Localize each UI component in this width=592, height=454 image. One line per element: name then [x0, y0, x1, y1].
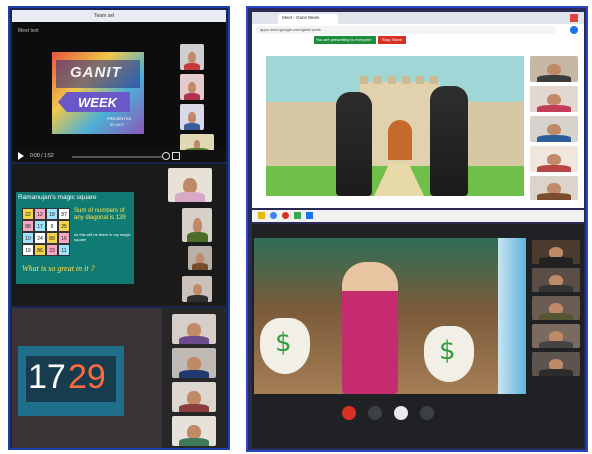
- participant-tile[interactable]: [180, 74, 204, 100]
- magic-slide: Ramanujan's magic square 22 12 18 87 88 17 9 25…: [16, 192, 134, 284]
- digits-29: 29: [68, 358, 106, 396]
- mic-button[interactable]: [394, 406, 408, 420]
- participant-tile[interactable]: [172, 314, 216, 344]
- magic-caption-2: ok this will be there in my magic square: [74, 232, 131, 242]
- magic-grid: 22 12 18 87 88 17 9 25 10 24 89 16 19 86 23 11: [22, 208, 70, 256]
- more-options-button[interactable]: [420, 406, 434, 420]
- digits-17: 17: [28, 358, 66, 396]
- magic-caption-1: Sum of numbers of any diagonal is 139: [74, 208, 126, 221]
- magic-square-cell: 10: [22, 232, 34, 244]
- taskbar-icon[interactable]: [270, 212, 277, 219]
- number-1729-panel: 17 29: [12, 308, 226, 448]
- castle-door: [388, 120, 412, 160]
- participant-tile[interactable]: [188, 246, 212, 270]
- castle-scene: [266, 56, 524, 196]
- dollar-sign-left: $: [275, 328, 292, 358]
- browser-bar: [12, 10, 226, 22]
- magic-square-cell: 9: [46, 220, 58, 232]
- participant-tile[interactable]: [532, 240, 580, 264]
- participant-tile[interactable]: [168, 168, 212, 202]
- url-text: apps.meet.google.com/ganit-week: [260, 27, 321, 32]
- slide-subtitle-1: PRESENTED: [107, 116, 132, 121]
- meet-caption: Meet text: [18, 28, 39, 34]
- dollar-sign-right: $: [439, 336, 456, 366]
- menu-label[interactable]: Team sel: [94, 13, 114, 19]
- ganit-slide: GANIT WEEK PRESENTED BY ACT: [52, 52, 144, 134]
- participant-tile[interactable]: [530, 176, 578, 200]
- video-time: 0:00 / 1:52: [30, 153, 54, 159]
- fullscreen-icon[interactable]: [172, 152, 180, 160]
- costumed-child-left: [336, 92, 372, 196]
- magic-title: Ramanujan's magic square: [18, 194, 97, 201]
- magic-square-cell: 11: [58, 244, 70, 256]
- magic-square-cell: 19: [22, 244, 34, 256]
- magic-square-cell: 86: [34, 244, 46, 256]
- taskbar-icon[interactable]: [294, 212, 301, 219]
- left-column-window: Team sel Meet text GANIT WEEK PRESENTED …: [8, 6, 230, 450]
- magic-square-cell: 16: [58, 232, 70, 244]
- participant-tile[interactable]: [180, 44, 204, 70]
- settings-icon[interactable]: [162, 152, 170, 160]
- camera-button[interactable]: [368, 406, 382, 420]
- participant-tile[interactable]: [532, 268, 580, 292]
- magic-square-cell: 24: [34, 232, 46, 244]
- close-icon[interactable]: [570, 14, 578, 22]
- magic-square-cell: 12: [34, 208, 46, 220]
- right-column-window: Meet - Ganit Week apps.meet.google.com/g…: [246, 6, 588, 452]
- tab-title: Meet - Ganit Week: [282, 15, 320, 20]
- participant-tile[interactable]: [530, 56, 578, 82]
- play-icon[interactable]: [18, 152, 24, 160]
- main-video: $ $: [254, 238, 526, 394]
- magic-square-cell: 88: [22, 220, 34, 232]
- participant-tile[interactable]: [532, 296, 580, 320]
- banner-text: You are presenting to everyone: [316, 37, 372, 42]
- stop-share-label: Stop Share: [382, 37, 403, 42]
- magic-square-panel: Ramanujan's magic square 22 12 18 87 88 17 9 25…: [12, 164, 226, 306]
- magic-question: What is so great in it ?: [22, 264, 95, 273]
- number-slide: 17 29: [18, 346, 124, 416]
- participant-tile[interactable]: [180, 104, 204, 130]
- participant-tile[interactable]: [530, 116, 578, 142]
- bright-side-panel: [498, 238, 526, 394]
- taskbar-icon[interactable]: [306, 212, 313, 219]
- participant-tile[interactable]: [172, 382, 216, 412]
- participant-tile[interactable]: [182, 208, 212, 242]
- avatar[interactable]: [570, 26, 578, 34]
- ganit-title: GANIT: [70, 64, 122, 81]
- taskbar: [252, 210, 584, 222]
- magic-square-cell: 18: [46, 208, 58, 220]
- week-title: WEEK: [78, 95, 117, 110]
- magic-square-cell: 89: [46, 232, 58, 244]
- castle-battlements: [360, 76, 440, 84]
- participant-tile[interactable]: [530, 146, 578, 172]
- taskbar-icon[interactable]: [258, 212, 265, 219]
- browser-bottom: $ $: [252, 224, 584, 448]
- costumed-child-center: [342, 262, 398, 394]
- ganit-week-panel: Team sel Meet text GANIT WEEK PRESENTED …: [12, 10, 226, 162]
- browser-top: Meet - Ganit Week apps.meet.google.com/g…: [252, 12, 584, 208]
- magic-square-cell: 22: [22, 208, 34, 220]
- magic-square-cell: 25: [58, 220, 70, 232]
- participant-tile[interactable]: [532, 352, 580, 376]
- progress-track[interactable]: [72, 156, 162, 158]
- participant-tile[interactable]: [172, 348, 216, 378]
- participant-tile[interactable]: [182, 276, 212, 302]
- magic-square-cell: 23: [46, 244, 58, 256]
- participant-tile[interactable]: [532, 324, 580, 348]
- costumed-child-right: [430, 86, 468, 196]
- participant-tile[interactable]: [530, 86, 578, 112]
- end-call-button[interactable]: [342, 406, 356, 420]
- participant-tile[interactable]: [172, 416, 216, 446]
- magic-square-cell: 17: [34, 220, 46, 232]
- magic-square-cell: 87: [58, 208, 70, 220]
- slide-subtitle-2: BY ACT: [110, 122, 125, 127]
- taskbar-icon[interactable]: [282, 212, 289, 219]
